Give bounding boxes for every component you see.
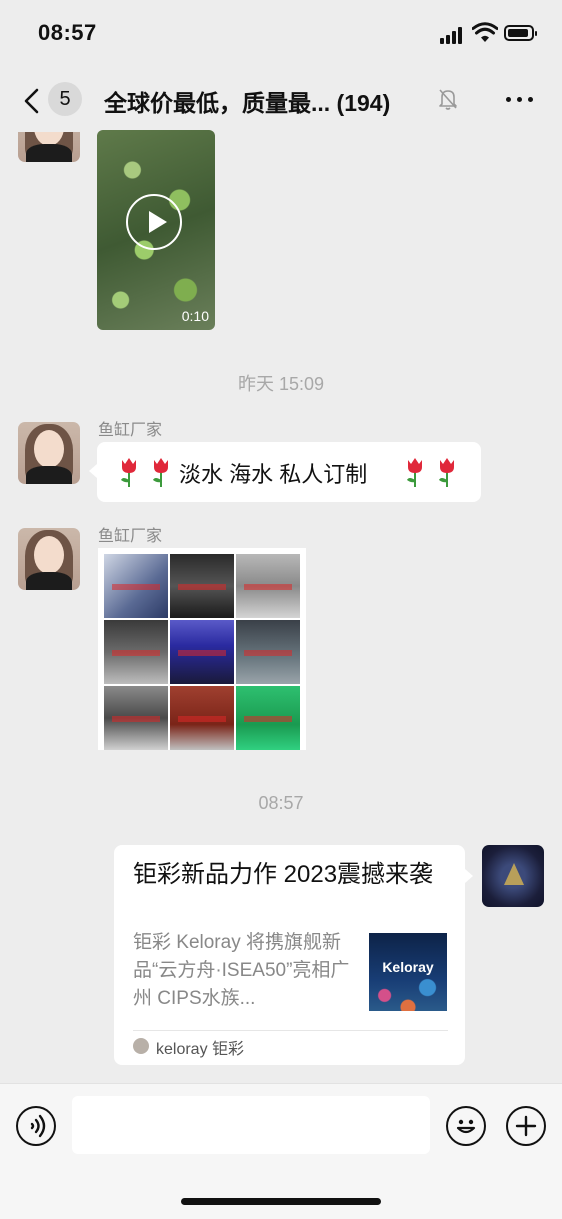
card-description: 钜彩 Keloray 将携旗舰新品“云方舟·ISEA50”亮相广州 CIPS水族… <box>133 932 350 1009</box>
input-bar <box>0 1083 562 1219</box>
sender-avatar[interactable] <box>18 528 80 590</box>
tulip-icon <box>407 458 422 487</box>
play-icon[interactable] <box>126 194 182 250</box>
cellular-signal-icon <box>440 26 466 44</box>
back-button[interactable]: 5 <box>18 82 88 118</box>
link-card-message[interactable]: 钜彩新品力作 2023震撼来袭 钜彩 Keloray 将携旗舰新品“云方舟·IS… <box>114 845 473 1065</box>
battery-icon <box>504 25 537 41</box>
video-duration: 0:10 <box>181 308 209 324</box>
message-timestamp: 昨天 15:09 <box>237 374 325 394</box>
video-message[interactable]: 0:10 <box>97 130 215 330</box>
nav-bar: 5 全球价最低，质量最... (194) <box>0 70 562 132</box>
source-account-icon <box>133 1038 149 1054</box>
card-divider <box>133 1030 448 1031</box>
card-source: keloray 钜彩 <box>156 1041 245 1058</box>
message-text: 淡水 海水 私人订制 <box>179 462 368 487</box>
wifi-icon <box>472 22 498 42</box>
emoji-button[interactable] <box>446 1106 486 1146</box>
voice-icon <box>30 1114 45 1137</box>
emoji-icon <box>456 1119 475 1133</box>
thumbnail-brand-logo: Keloray <box>382 959 434 975</box>
message-timestamp: 08:57 <box>258 793 304 813</box>
sender-name: 鱼缸厂家 <box>98 422 163 439</box>
plus-icon <box>515 1115 536 1136</box>
unread-count-badge: 5 <box>48 82 82 116</box>
text-message-bubble[interactable]: 淡水 海水 私人订制 <box>89 442 481 502</box>
self-avatar[interactable] <box>482 845 544 907</box>
mute-bell-icon <box>439 89 457 110</box>
card-thumbnail: Keloray <box>369 933 447 1011</box>
sender-name: 鱼缸厂家 <box>98 528 163 545</box>
status-bar: 08:57 <box>0 0 562 70</box>
voice-button[interactable] <box>16 1106 56 1146</box>
chat-title: 全球价最低，质量最... (194) <box>104 90 391 116</box>
message-input[interactable] <box>72 1096 430 1154</box>
card-title: 钜彩新品力作 2023震撼来袭 <box>133 861 434 888</box>
back-chevron-icon <box>24 88 39 114</box>
tulip-icon <box>121 458 136 487</box>
image-message[interactable] <box>98 548 306 750</box>
tulip-icon <box>153 458 168 487</box>
tulip-icon <box>439 458 454 487</box>
plus-button[interactable] <box>506 1106 546 1146</box>
more-button[interactable] <box>502 88 538 112</box>
sender-avatar[interactable] <box>18 422 80 484</box>
status-time: 08:57 <box>38 20 97 45</box>
home-indicator <box>181 1198 381 1205</box>
